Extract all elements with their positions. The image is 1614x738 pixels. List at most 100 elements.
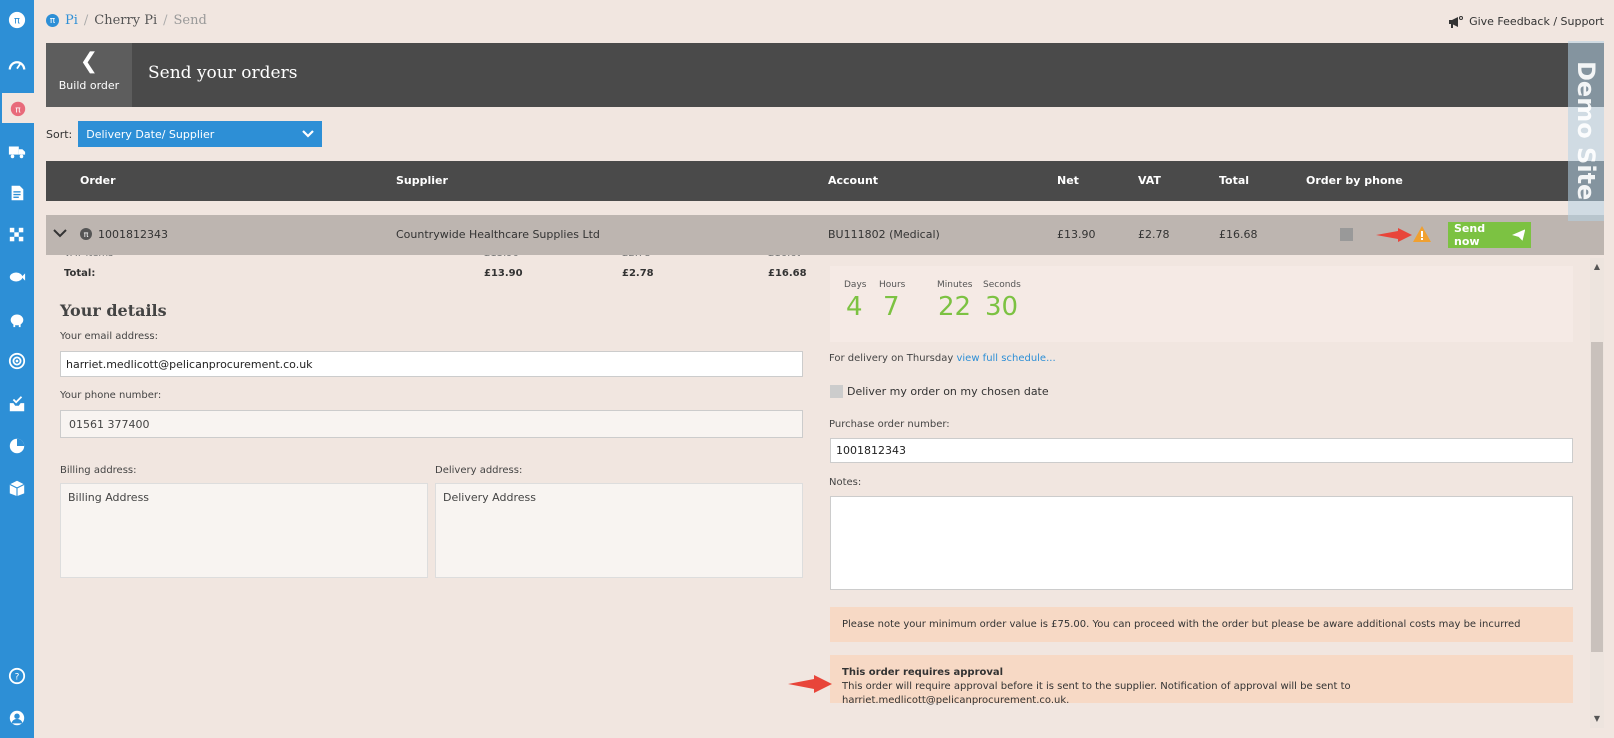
send-now-label: Send now (1454, 222, 1486, 248)
hours-value: 7 (883, 292, 900, 322)
approval-title: This order requires approval (842, 667, 1004, 678)
delivery-address-field[interactable]: Delivery Address (435, 483, 803, 578)
minimum-order-text: Please note your minimum order value is … (842, 619, 1521, 630)
notes-label: Notes: (829, 477, 862, 488)
po-number-field[interactable]: 1001812343 (830, 438, 1573, 463)
help-icon[interactable]: ? (0, 661, 34, 691)
order-account: BU111802 (Medical) (828, 228, 940, 241)
delivery-info: For delivery on Thursday view full sched… (829, 353, 1056, 364)
build-order-back-button[interactable]: ❮ Build order (46, 43, 132, 107)
piggy-bank-icon[interactable] (0, 304, 34, 334)
breadcrumb: π Pi / Cherry Pi / Send (46, 13, 207, 28)
order-vat: £2.78 (1138, 228, 1170, 241)
pi-order-icon: π (80, 228, 92, 240)
breadcrumb-separator: / (83, 13, 89, 28)
chevron-down-icon[interactable] (52, 225, 68, 241)
fish-icon[interactable] (0, 262, 34, 292)
chevron-left-icon: ❮ (79, 49, 99, 74)
countdown-timer: Days 4 Hours 7 Minutes 22 Seconds 30 (830, 266, 1573, 342)
delivery-address-label: Delivery address: (435, 465, 523, 476)
col-order-by-phone: Order by phone (1306, 174, 1403, 187)
hours-label: Hours (879, 280, 906, 290)
megaphone-icon (1449, 15, 1464, 28)
email-field[interactable]: harriet.medlicott@pelicanprocurement.co.… (60, 351, 803, 377)
minutes-value: 22 (938, 292, 972, 322)
total-label: Total: (64, 268, 96, 279)
minutes-label: Minutes (937, 280, 973, 290)
breadcrumb-cherry-pi-link[interactable]: Cherry Pi (94, 13, 157, 28)
user-profile-icon[interactable] (0, 703, 34, 733)
pi-logo-icon[interactable]: π (0, 5, 34, 35)
chevron-down-icon (302, 130, 315, 138)
demo-site-badge: Demo Site (1568, 41, 1604, 221)
approval-notice: This order requires approval This order … (830, 655, 1573, 706)
chosen-date-label: Deliver my order on my chosen date (847, 385, 1049, 398)
seconds-label: Seconds (983, 280, 1021, 290)
billing-label: Billing address: (60, 465, 137, 476)
sort-control: Sort: Delivery Date/ Supplier (46, 121, 323, 147)
svg-text:?: ? (15, 673, 20, 683)
order-net: £13.90 (1057, 228, 1096, 241)
total-vat: £2.78 (622, 268, 654, 279)
minimum-order-notice: Please note your minimum order value is … (830, 607, 1573, 642)
dashboard-gauge-icon[interactable] (0, 50, 34, 80)
days-value: 4 (846, 292, 863, 322)
notes-field[interactable] (830, 496, 1573, 590)
scrollbar[interactable]: ▲ ▼ (1590, 258, 1604, 728)
annotation-arrow-icon (1376, 228, 1412, 242)
warning-icon[interactable] (1412, 225, 1432, 243)
total-row: Total: £13.90 £2.78 £16.68 (60, 268, 807, 284)
delivery-day-text: For delivery on Thursday (829, 353, 954, 364)
document-icon[interactable] (0, 178, 34, 208)
phone-field[interactable]: 01561 377400 (60, 410, 803, 438)
order-number: 1001812343 (98, 228, 168, 241)
order-supplier: Countrywide Healthcare Supplies Ltd (396, 228, 600, 241)
order-total: £16.68 (1219, 228, 1258, 241)
col-account: Account (828, 174, 879, 187)
col-total: Total (1219, 174, 1250, 187)
scroll-thumb[interactable] (1591, 342, 1603, 652)
boxes-icon[interactable] (0, 473, 34, 503)
email-label: Your email address: (60, 331, 158, 342)
paper-plane-icon (1511, 229, 1525, 241)
your-details-heading: Your details (60, 301, 167, 320)
breadcrumb-current: Send (173, 13, 207, 28)
scroll-down-icon[interactable]: ▼ (1591, 714, 1603, 724)
sort-value: Delivery Date/ Supplier (86, 127, 215, 141)
breadcrumb-pi-link[interactable]: Pi (65, 13, 78, 28)
target-icon[interactable] (0, 346, 34, 376)
svg-text:π: π (14, 16, 20, 27)
col-net: Net (1057, 174, 1079, 187)
approval-text: This order will require approval before … (842, 681, 1351, 706)
po-number-label: Purchase order number: (829, 419, 950, 430)
view-schedule-link[interactable]: view full schedule... (956, 353, 1055, 364)
breadcrumb-separator: / (163, 13, 168, 28)
pie-chart-icon[interactable] (0, 431, 34, 461)
seconds-value: 30 (985, 292, 1019, 322)
scroll-up-icon[interactable]: ▲ (1591, 262, 1603, 272)
days-label: Days (844, 280, 867, 290)
annotation-arrow-icon (788, 675, 832, 693)
order-by-phone-checkbox[interactable] (1340, 228, 1353, 241)
delivery-truck-icon[interactable] (0, 136, 34, 166)
sort-label: Sort: (46, 127, 73, 141)
orders-table-header: Order Supplier Account Net VAT Total Ord… (46, 161, 1604, 201)
sidebar-nav: π π ? (0, 0, 34, 738)
feedback-link[interactable]: Give Feedback / Support (1448, 15, 1604, 28)
send-now-button[interactable]: Send now (1448, 222, 1531, 248)
sort-select[interactable]: Delivery Date/ Supplier (78, 121, 323, 147)
feedback-label: Give Feedback / Support (1469, 15, 1604, 28)
svg-text:π: π (15, 106, 21, 116)
total-total: £16.68 (768, 268, 807, 279)
chosen-date-checkbox[interactable] (830, 385, 843, 398)
page-title: Send your orders (148, 63, 298, 83)
checkered-flag-icon[interactable] (0, 220, 34, 250)
phone-label: Your phone number: (60, 390, 162, 401)
back-label: Build order (58, 79, 120, 92)
pi-icon: π (46, 14, 59, 27)
inbox-check-icon[interactable] (0, 389, 34, 419)
billing-address-field[interactable]: Billing Address (60, 483, 428, 578)
order-row[interactable]: π 1001812343 Countrywide Healthcare Supp… (46, 215, 1604, 255)
cherry-pi-icon[interactable]: π (2, 93, 34, 123)
page-header: ❮ Build order Send your orders Demo Site (46, 41, 1604, 221)
